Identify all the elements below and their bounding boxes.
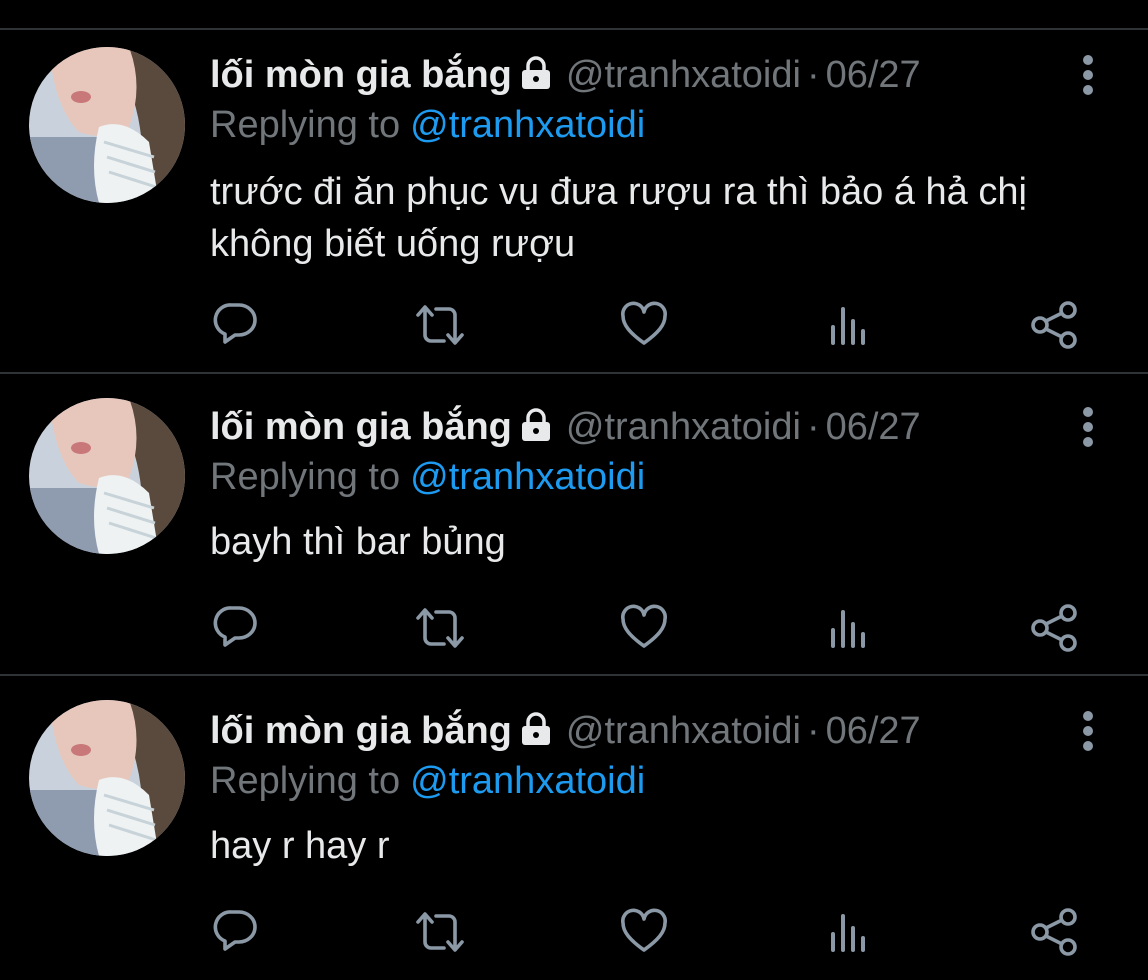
tweet-header: lối mòn gia bắng @tranhxatoidi · 06/27 — [210, 404, 921, 450]
replying-handle-link[interactable]: @tranhxatoidi — [410, 456, 645, 498]
tweet-date[interactable]: 06/27 — [826, 710, 921, 752]
tweet-header: lối mòn gia bắng @tranhxatoidi · 06/27 — [210, 52, 921, 98]
avatar[interactable] — [29, 398, 185, 554]
author-name[interactable]: lối mòn gia bắng — [210, 406, 512, 448]
avatar[interactable] — [29, 700, 185, 856]
replying-to: Replying to @tranhxatoidi — [210, 758, 645, 804]
separator-dot: · — [806, 406, 820, 448]
tweet-text: hay r hay r — [210, 825, 390, 867]
tweet-3[interactable]: lối mòn gia bắng @tranhxatoidi · 06/27 Repl… — [0, 676, 1148, 980]
share-icon — [1031, 604, 1077, 652]
views-button[interactable] — [826, 604, 874, 652]
more-icon[interactable] — [1074, 406, 1102, 448]
separator-dot: · — [806, 710, 820, 752]
more-icon[interactable] — [1074, 710, 1102, 752]
retweet-icon — [416, 305, 464, 345]
retweet-icon — [416, 608, 464, 648]
retweet-button[interactable] — [414, 604, 464, 652]
replying-to: Replying to @tranhxatoidi — [210, 454, 645, 500]
retweet-button[interactable] — [414, 908, 464, 956]
retweet-icon — [416, 912, 464, 952]
tweet-2[interactable]: lối mòn gia bắng @tranhxatoidi · 06/27 Repl… — [0, 374, 1148, 676]
reply-button[interactable] — [211, 299, 259, 347]
reply-icon — [213, 606, 257, 647]
replying-handle-link[interactable]: @tranhxatoidi — [410, 104, 645, 146]
more-icon[interactable] — [1074, 54, 1102, 96]
share-icon — [1031, 301, 1077, 349]
lock-icon — [518, 407, 554, 454]
views-icon — [831, 610, 865, 648]
reply-button[interactable] — [211, 906, 259, 954]
replying-to: Replying to @tranhxatoidi — [210, 102, 645, 148]
replying-handle-link[interactable]: @tranhxatoidi — [410, 760, 645, 802]
share-button[interactable] — [1030, 907, 1078, 956]
reply-icon — [213, 910, 257, 951]
tweet-date[interactable]: 06/27 — [826, 54, 921, 96]
separator-dot: · — [806, 54, 820, 96]
share-icon — [1031, 908, 1077, 956]
replying-label: Replying to — [210, 456, 401, 498]
replying-label: Replying to — [210, 760, 401, 802]
tweet-text: bayh thì bar bủng — [210, 521, 506, 563]
tweet-text: trước đi ăn phục vụ đưa rượu ra thì bảo … — [210, 171, 1027, 265]
like-button[interactable] — [620, 908, 668, 956]
avatar[interactable] — [29, 47, 185, 203]
share-button[interactable] — [1030, 603, 1078, 652]
like-icon — [621, 301, 667, 345]
share-button[interactable] — [1030, 300, 1078, 349]
replying-label: Replying to — [210, 104, 401, 146]
reply-icon — [213, 303, 257, 344]
views-icon — [831, 914, 865, 952]
tweet-header: lối mòn gia bắng @tranhxatoidi · 06/27 — [210, 708, 921, 754]
retweet-button[interactable] — [414, 301, 464, 349]
lock-icon — [518, 711, 554, 758]
views-icon — [831, 307, 865, 345]
like-icon — [621, 908, 667, 952]
like-button[interactable] — [620, 301, 668, 349]
author-handle[interactable]: @tranhxatoidi — [566, 406, 801, 448]
author-handle[interactable]: @tranhxatoidi — [566, 710, 801, 752]
lock-icon — [518, 55, 554, 102]
like-button[interactable] — [620, 604, 668, 652]
reply-button[interactable] — [211, 602, 259, 650]
author-name[interactable]: lối mòn gia bắng — [210, 54, 512, 96]
author-handle[interactable]: @tranhxatoidi — [566, 54, 801, 96]
like-icon — [621, 604, 667, 648]
views-button[interactable] — [826, 301, 874, 349]
author-name[interactable]: lối mòn gia bắng — [210, 710, 512, 752]
tweet-date[interactable]: 06/27 — [826, 406, 921, 448]
views-button[interactable] — [826, 908, 874, 956]
tweet-1[interactable]: lối mòn gia bắng @tranhxatoidi · 06/27 Repl… — [0, 0, 1148, 374]
